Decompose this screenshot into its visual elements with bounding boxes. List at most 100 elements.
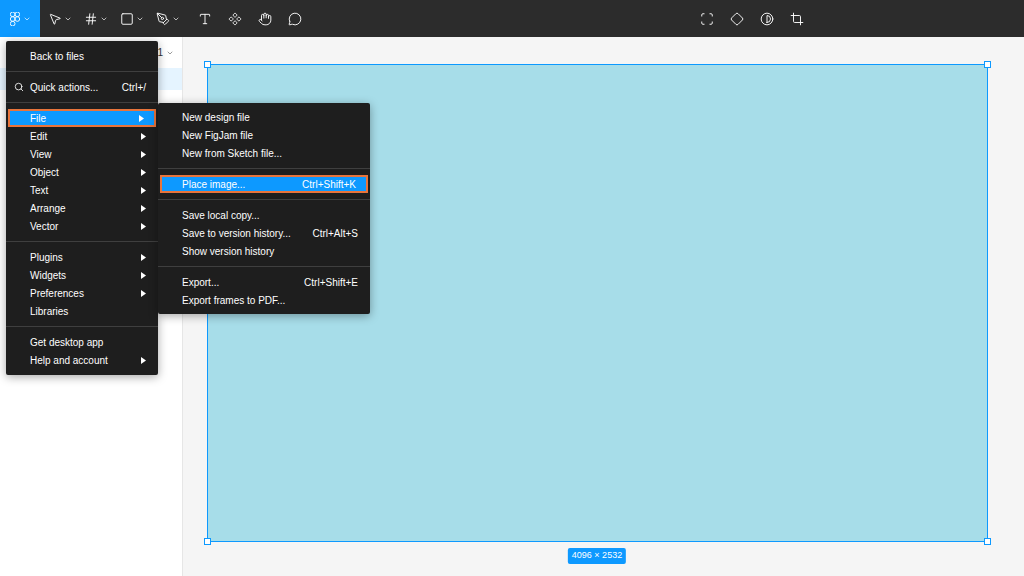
menu-item[interactable]: Back to files: [6, 47, 158, 65]
submenu-arrow-icon: [139, 115, 144, 122]
menu-item[interactable]: New design file: [158, 108, 370, 126]
menu-item[interactable]: Export frames to PDF...: [158, 291, 370, 309]
menu-item-label: Text: [30, 183, 48, 198]
chevron-down-icon: [23, 15, 31, 23]
submenu-arrow-icon: [141, 187, 146, 194]
submenu-arrow-icon: [141, 290, 146, 297]
menu-item-shortcut: Ctrl+Shift+E: [304, 275, 358, 290]
tool-button[interactable]: [692, 0, 722, 37]
tool-button[interactable]: [280, 0, 310, 37]
resize-handle[interactable]: [204, 61, 211, 68]
menu-item[interactable]: Get desktop app: [6, 333, 158, 351]
submenu-arrow-icon: [141, 169, 146, 176]
chevron-down-icon: [100, 15, 108, 23]
submenu-arrow-icon: [141, 205, 146, 212]
frame-icon: [84, 12, 98, 26]
figma-app: 1 4096 × 2532 Back to files Quick actions..…: [0, 0, 1024, 576]
menu-item[interactable]: Export... Ctrl+Shift+E: [158, 273, 370, 291]
menu-item[interactable]: Widgets: [6, 266, 158, 284]
menu-item-label: Place image...: [182, 177, 245, 192]
tool-button[interactable]: [752, 0, 782, 37]
figma-logo-icon: [10, 12, 20, 26]
menu-item[interactable]: View: [6, 145, 158, 163]
menu-item-label: New from Sketch file...: [182, 146, 282, 161]
menu-item[interactable]: Preferences: [6, 284, 158, 302]
tool-button[interactable]: [220, 0, 250, 37]
move-icon: [48, 12, 62, 26]
menu-item-label: Arrange: [30, 201, 66, 216]
menu-item-label: File: [30, 111, 46, 126]
menu-item[interactable]: New from Sketch file...: [158, 144, 370, 162]
menu-item[interactable]: File: [8, 109, 156, 127]
menu-item-label: New design file: [182, 110, 250, 125]
menu-item-label: Plugins: [30, 250, 63, 265]
chevron-down-icon: [136, 15, 144, 23]
menu-item-label: Edit: [30, 129, 47, 144]
chevron-down-icon: [172, 15, 180, 23]
tool-button[interactable]: [722, 0, 752, 37]
menu-item-shortcut: Ctrl+Alt+S: [312, 226, 358, 241]
toolbar: [0, 0, 1024, 37]
main-menu-button[interactable]: [0, 0, 40, 37]
menu-separator: [158, 162, 370, 175]
menu-separator: [6, 320, 158, 333]
menu-separator: [6, 65, 158, 78]
menu-item[interactable]: Quick actions...Ctrl+/: [6, 78, 158, 96]
menu-item-label: Help and account: [30, 353, 108, 368]
tool-button[interactable]: [782, 0, 812, 37]
menu-item[interactable]: Show version history: [158, 242, 370, 260]
tool-button[interactable]: [154, 0, 190, 37]
menu-item[interactable]: Libraries: [6, 302, 158, 320]
menu-item[interactable]: Arrange: [6, 199, 158, 217]
menu-item[interactable]: Edit: [6, 127, 158, 145]
mask-icon: [760, 12, 774, 26]
menu-item-label: Show version history: [182, 244, 274, 259]
menu-item[interactable]: Text: [6, 181, 158, 199]
component-icon: [730, 12, 744, 26]
tool-button[interactable]: [46, 0, 82, 37]
menu-item-label: Save to version history...: [182, 226, 291, 241]
menu-item[interactable]: Object: [6, 163, 158, 181]
menu-item-label: Quick actions...: [30, 80, 98, 95]
menu-item[interactable]: New FigJam file: [158, 126, 370, 144]
frame-selection-icon: [700, 12, 714, 26]
menu-item-label: Export frames to PDF...: [182, 293, 285, 308]
size-badge: 4096 × 2532: [568, 548, 626, 564]
resources-icon: [228, 12, 242, 26]
menu-item-label: Save local copy...: [182, 208, 260, 223]
menu-separator: [158, 260, 370, 273]
menu-item-label: Object: [30, 165, 59, 180]
hand-icon: [258, 12, 272, 26]
menu-item-label: Vector: [30, 219, 58, 234]
menu-separator: [6, 235, 158, 248]
pen-icon: [156, 12, 170, 26]
tool-button[interactable]: [118, 0, 154, 37]
resize-handle[interactable]: [204, 538, 211, 545]
file-submenu: New design file New FigJam file New from S…: [158, 103, 370, 314]
tool-button[interactable]: [190, 0, 220, 37]
menu-item-shortcut: Ctrl+Shift+K: [302, 177, 356, 192]
resize-handle[interactable]: [984, 538, 991, 545]
resize-handle[interactable]: [984, 61, 991, 68]
page-label[interactable]: 1: [157, 45, 163, 60]
shape-icon: [120, 12, 134, 26]
menu-item[interactable]: Place image... Ctrl+Shift+K: [160, 175, 368, 193]
submenu-arrow-icon: [141, 223, 146, 230]
crop-icon: [790, 12, 804, 26]
menu-separator: [6, 96, 158, 109]
tool-button[interactable]: [82, 0, 118, 37]
tool-button[interactable]: [250, 0, 280, 37]
menu-item[interactable]: Save local copy...: [158, 206, 370, 224]
menu-separator: [158, 193, 370, 206]
menu-item[interactable]: Help and account: [6, 351, 158, 369]
menu-item-label: View: [30, 147, 52, 162]
menu-item[interactable]: Save to version history... Ctrl+Alt+S: [158, 224, 370, 242]
menu-item-label: Export...: [182, 275, 219, 290]
chevron-down-icon: [166, 49, 174, 57]
menu-item-label: Get desktop app: [30, 335, 103, 350]
menu-item[interactable]: Vector: [6, 217, 158, 235]
menu-item-label: Back to files: [30, 49, 84, 64]
menu-item[interactable]: Plugins: [6, 248, 158, 266]
submenu-arrow-icon: [141, 272, 146, 279]
menu-item-label: New FigJam file: [182, 128, 253, 143]
